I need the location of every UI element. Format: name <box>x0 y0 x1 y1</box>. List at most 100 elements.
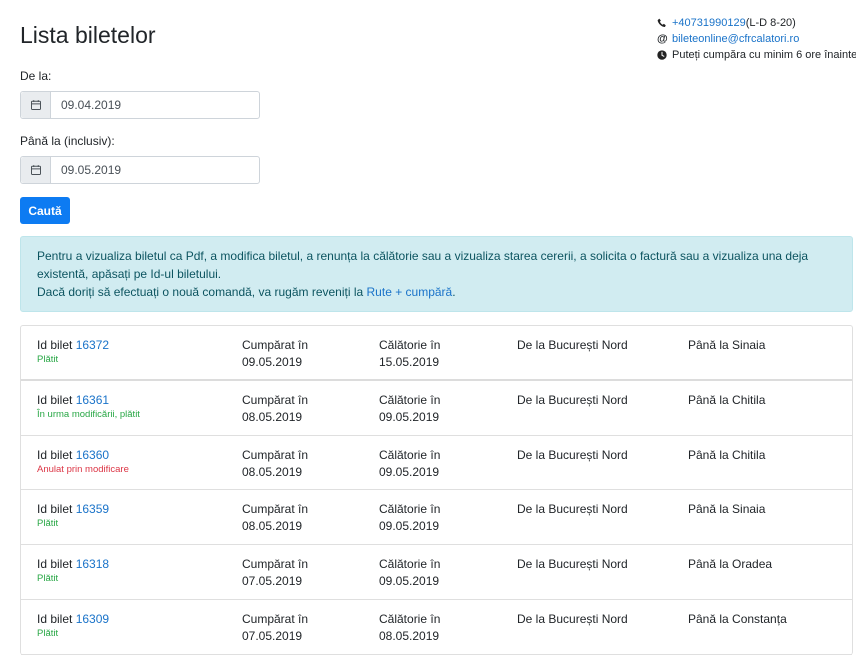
arrival-station: Până la Sinaia <box>688 502 766 517</box>
ticket-id-link[interactable]: 16361 <box>76 393 109 407</box>
page-title: Lista biletelor <box>20 22 156 48</box>
ticket-row: Id bilet 16372 Plătit Cumpărat în 09.05.201… <box>21 326 852 381</box>
ticket-row: Id bilet 16318 Plătit Cumpărat în 07.05.201… <box>21 545 852 600</box>
purchase-date-cell: Cumpărat în 08.05.2019 <box>242 501 308 535</box>
purchase-date-cell: Cumpărat în 08.05.2019 <box>242 447 308 481</box>
ticket-id-label: Id bilet <box>37 557 76 572</box>
to-date-input[interactable] <box>51 157 259 183</box>
ticket-id-cell: Id bilet 16318 Plătit <box>37 556 109 585</box>
ticket-id-link[interactable]: 16360 <box>76 448 109 462</box>
purchase-note: Puteți cumpăra cu minim 6 ore înainte <box>672 49 856 61</box>
departure-station: De la București Nord <box>517 611 628 626</box>
from-date-group <box>20 91 260 119</box>
ticket-id-link[interactable]: 16318 <box>76 557 109 571</box>
ticket-id-cell: Id bilet 16359 Plătit <box>37 501 109 530</box>
departure-station: De la București Nord <box>517 338 628 352</box>
purchase-date-label: Cumpărat în <box>242 611 309 626</box>
ticket-status: Plătit <box>37 627 59 639</box>
travel-date-cell: Călătorie în 09.05.2019 <box>379 556 440 590</box>
phone-hours: (L-D 8-20) <box>745 17 796 29</box>
info-text-2: Dacă doriți să efectuați o nouă comandă,… <box>37 283 836 301</box>
ticket-id-cell: Id bilet 16309 Plătit <box>37 611 109 640</box>
ticket-status: Plătit <box>37 354 59 365</box>
departure-station: De la București Nord <box>517 502 628 517</box>
info-text: Pentru a vizualiza biletul ca Pdf, a mod… <box>37 249 809 281</box>
to-date-group <box>20 156 260 184</box>
ticket-status: În urma modificării, plătit <box>37 408 140 420</box>
purchase-date-label: Cumpărat în <box>242 502 309 517</box>
travel-date-label: Călătorie în <box>379 447 441 462</box>
purchase-date-label: Cumpărat în <box>242 447 309 462</box>
travel-date-label: Călătorie în <box>379 557 441 572</box>
ticket-status: Plătit <box>37 518 59 530</box>
purchase-date: 09.05.2019 <box>242 355 303 369</box>
purchase-date-label: Cumpărat în <box>242 557 309 572</box>
calendar-icon[interactable] <box>21 157 51 183</box>
purchase-date-label: Cumpărat în <box>242 392 309 407</box>
ticket-list: Id bilet 16372 Plătit Cumpărat în 09.05.201… <box>20 325 853 655</box>
ticket-row: Id bilet 16359 Plătit Cumpărat în 08.05.201… <box>21 490 852 546</box>
ticket-row: Id bilet 16361 În urma modificării, plăti… <box>21 381 852 436</box>
ticket-id-link[interactable]: 16309 <box>76 612 109 626</box>
travel-date: 15.05.2019 <box>379 355 440 369</box>
ticket-row: Id bilet 16309 Plătit Cumpărat în 07.05.201… <box>21 600 852 655</box>
ticket-id-label: Id bilet <box>37 338 76 352</box>
contact-info: +40731990129 (L-D 8-20) @ bileteonline@c… <box>657 15 856 63</box>
ticket-id-label: Id bilet <box>37 447 76 462</box>
arrival-station: Până la Oradea <box>688 557 773 572</box>
travel-date: 09.05.2019 <box>379 464 440 479</box>
arrival-station: Până la Constanța <box>688 611 787 626</box>
travel-date-label: Călătorie în <box>379 392 441 407</box>
routes-buy-link[interactable]: Rute + cumpără <box>367 285 453 299</box>
travel-date-label: Călătorie în <box>379 338 441 352</box>
info-prefix: Dacă doriți să efectuați o nouă comandă,… <box>37 285 367 299</box>
purchase-date-cell: Cumpărat în 09.05.2019 <box>242 337 308 371</box>
arrival-station: Până la Chitila <box>688 447 766 462</box>
arrival-station: Până la Chitila <box>688 392 766 407</box>
travel-date-cell: Călătorie în 08.05.2019 <box>379 611 440 645</box>
purchase-date: 08.05.2019 <box>242 519 303 534</box>
purchase-date: 07.05.2019 <box>242 628 303 643</box>
travel-date-label: Călătorie în <box>379 502 441 517</box>
ticket-id-label: Id bilet <box>37 392 76 407</box>
ticket-id-cell: Id bilet 16372 Plătit <box>37 337 109 366</box>
search-button[interactable]: Caută <box>20 197 70 224</box>
travel-date-cell: Călătorie în 15.05.2019 <box>379 337 440 371</box>
phone-icon <box>657 18 669 28</box>
phone-link[interactable]: +40731990129 <box>672 15 746 31</box>
travel-date: 08.05.2019 <box>379 628 440 643</box>
email-link[interactable]: bileteonline@cfrcalatori.ro <box>672 31 799 47</box>
purchase-date-cell: Cumpărat în 07.05.2019 <box>242 611 308 645</box>
arrival-station: Până la Sinaia <box>688 338 766 352</box>
travel-date: 09.05.2019 <box>379 519 440 534</box>
ticket-row: Id bilet 16360 Anulat prin modificare Cump… <box>21 436 852 491</box>
ticket-id-label: Id bilet <box>37 611 76 626</box>
travel-date-label: Călătorie în <box>379 611 441 626</box>
at-icon: @ <box>657 33 668 45</box>
from-date-label: De la: <box>20 69 52 83</box>
clock-icon <box>657 50 669 60</box>
travel-date: 09.05.2019 <box>379 409 440 424</box>
ticket-id-link[interactable]: 16359 <box>76 502 109 516</box>
purchase-date-cell: Cumpărat în 07.05.2019 <box>242 556 308 590</box>
purchase-date-label: Cumpărat în <box>242 338 309 352</box>
ticket-status: Anulat prin modificare <box>37 463 129 475</box>
calendar-icon[interactable] <box>21 92 51 118</box>
travel-date-cell: Călătorie în 09.05.2019 <box>379 447 440 481</box>
departure-station: De la București Nord <box>517 392 628 407</box>
from-date-input[interactable] <box>51 92 259 118</box>
to-date-label: Până la (inclusiv): <box>20 134 115 148</box>
ticket-id-label: Id bilet <box>37 502 76 517</box>
ticket-id-cell: Id bilet 16361 În urma modificării, plăti… <box>37 392 140 421</box>
info-alert: Pentru a vizualiza biletul ca Pdf, a mod… <box>20 236 853 312</box>
purchase-date: 08.05.2019 <box>242 409 303 424</box>
travel-date-cell: Călătorie în 09.05.2019 <box>379 501 440 535</box>
purchase-date: 08.05.2019 <box>242 464 303 479</box>
purchase-date: 07.05.2019 <box>242 574 303 589</box>
ticket-status: Plătit <box>37 573 59 585</box>
travel-date: 09.05.2019 <box>379 574 440 589</box>
departure-station: De la București Nord <box>517 447 628 462</box>
info-suffix: . <box>452 285 456 299</box>
ticket-id-link[interactable]: 16372 <box>76 338 109 352</box>
travel-date-cell: Călătorie în 09.05.2019 <box>379 392 440 426</box>
